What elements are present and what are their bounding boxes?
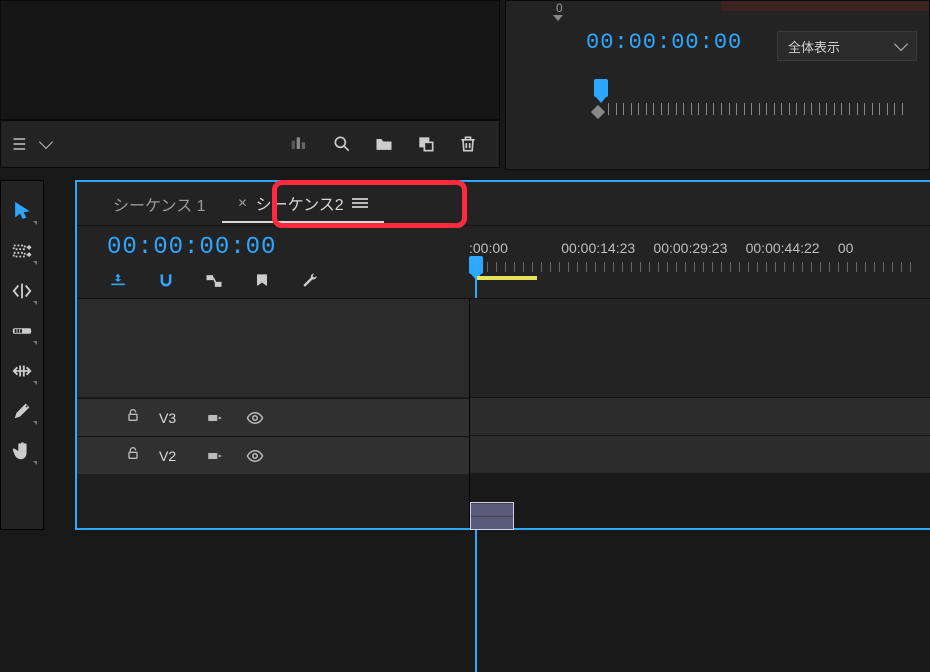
time-mark: 00:00:29:23 (653, 240, 745, 260)
timeline-panel: シーケンス 1 ✕ シーケンス2 00:00:00:00 :00:00 00:0… (75, 180, 930, 530)
program-marker-diamond[interactable] (591, 105, 605, 119)
zoom-dropdown[interactable]: 全体表示 (777, 31, 917, 61)
pen-tool[interactable] (5, 394, 39, 428)
time-ruler[interactable]: :00:00 00:00:14:23 00:00:29:23 00:00:44:… (469, 240, 930, 260)
track-v3[interactable] (470, 397, 930, 435)
hand-tool[interactable] (5, 434, 39, 468)
track-label: V2 (159, 448, 187, 464)
toggle-output-icon[interactable] (243, 447, 267, 465)
timeline-timecode[interactable]: 00:00:00:00 (107, 234, 276, 261)
zoom-label: 全体表示 (788, 37, 840, 56)
time-mark: 00:00:44:22 (746, 240, 838, 260)
track-header-v2[interactable]: V2 (77, 436, 469, 474)
track-label: V3 (159, 410, 187, 426)
program-frame (721, 1, 929, 11)
ruler-ticks (469, 262, 930, 278)
program-playhead[interactable] (594, 79, 608, 97)
ripple-edit-tool[interactable] (5, 274, 39, 308)
program-timecode[interactable]: 00:00:00:00 (586, 30, 742, 55)
timeline-header: 00:00:00:00 :00:00 00:00:14:23 00:00:29:… (77, 226, 930, 298)
track-headers: V3 V2 (77, 299, 469, 528)
lock-icon[interactable] (125, 445, 143, 466)
selection-tool[interactable] (5, 194, 39, 228)
slip-tool[interactable] (5, 354, 39, 388)
insert-overwrite-icon[interactable] (107, 270, 129, 292)
tab-sequence-2[interactable]: ✕ シーケンス2 (222, 185, 384, 223)
source-monitor (0, 0, 500, 120)
ruler-small: 0 (556, 1, 563, 15)
new-bin-button[interactable] (367, 127, 401, 161)
track-v2[interactable] (470, 435, 930, 473)
track-area: V3 V2 (77, 298, 930, 528)
timeline-tabs: シーケンス 1 ✕ シーケンス2 (77, 182, 930, 226)
list-view-button[interactable] (11, 134, 51, 154)
marker-icon[interactable] (251, 270, 273, 292)
linked-selection-icon[interactable] (203, 270, 225, 292)
sync-lock-icon[interactable] (203, 409, 227, 427)
lock-icon[interactable] (125, 407, 143, 428)
time-mark: 00 (838, 240, 930, 260)
tool-strip (0, 180, 44, 530)
razor-tool[interactable] (5, 314, 39, 348)
sync-lock-icon[interactable] (203, 447, 227, 465)
time-mark: 00:00:14:23 (561, 240, 653, 260)
tab-menu-icon[interactable] (352, 198, 368, 208)
program-ticks (608, 103, 909, 117)
freeform-view-button[interactable] (283, 127, 317, 161)
tab-label: シーケンス 1 (113, 192, 206, 216)
tab-label: シーケンス2 (256, 191, 344, 215)
new-item-button[interactable] (409, 127, 443, 161)
close-icon[interactable]: ✕ (238, 196, 248, 210)
program-time-ruler[interactable] (584, 79, 909, 119)
track-content[interactable] (469, 299, 930, 528)
chevron-down-icon (39, 135, 53, 149)
track-select-tool[interactable] (5, 234, 39, 268)
program-monitor-panel: 0 00:00:00:00 全体表示 (505, 0, 930, 170)
tab-sequence-1[interactable]: シーケンス 1 (97, 186, 222, 222)
track-header-v3[interactable]: V3 (77, 398, 469, 436)
timeline-option-icons (107, 270, 321, 292)
settings-wrench-icon[interactable] (299, 270, 321, 292)
work-area-bar[interactable] (477, 276, 537, 280)
video-clip[interactable] (470, 502, 514, 530)
search-button[interactable] (325, 127, 359, 161)
project-panel-footer (0, 120, 500, 168)
chevron-down-icon (894, 37, 908, 51)
snap-icon[interactable] (155, 270, 177, 292)
trash-button[interactable] (451, 127, 485, 161)
toggle-output-icon[interactable] (243, 409, 267, 427)
